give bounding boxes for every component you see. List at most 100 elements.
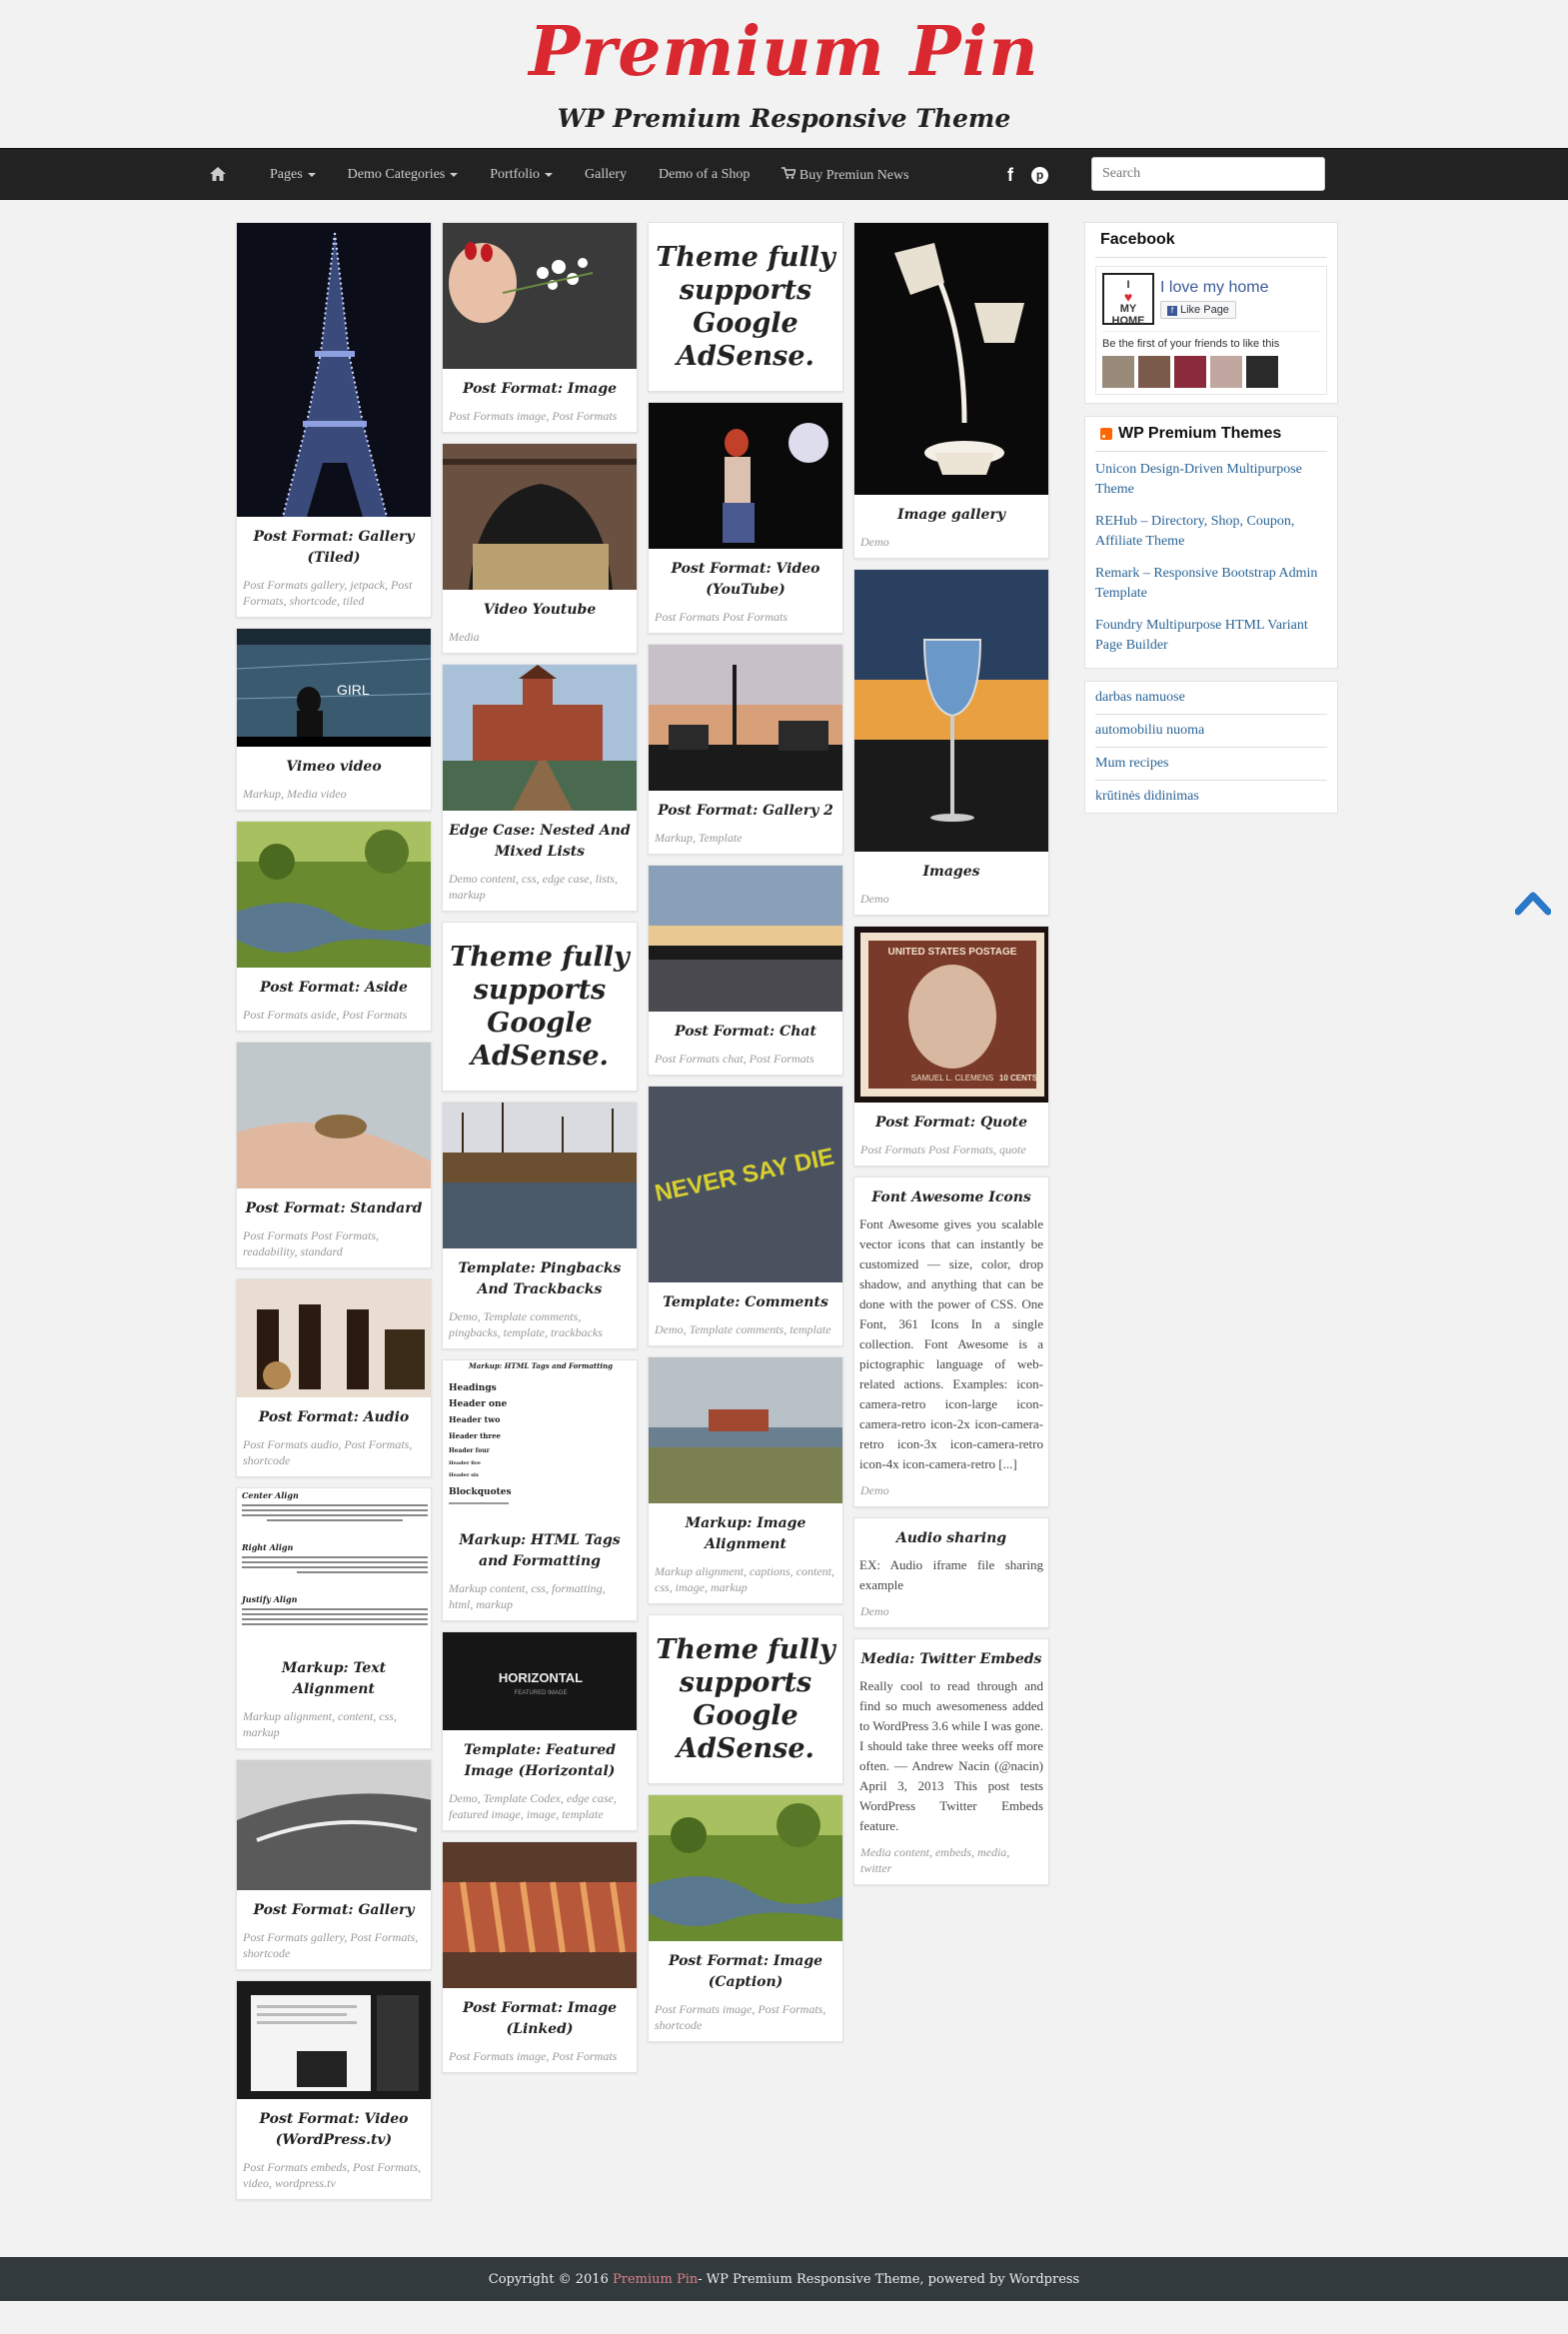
post-card[interactable]: Image gallery Demo [853,222,1049,559]
facebook-page-name[interactable]: I love my home [1160,279,1268,297]
post-card[interactable]: UNITED STATES POSTAGE SAMUEL L. CLEMENS … [853,926,1049,1167]
horizontal-featured-image[interactable]: HORIZONTAL FEATURED IMAGE [443,1632,638,1730]
post-title[interactable]: Template: Comments [649,1282,842,1319]
post-title[interactable]: Audio sharing [854,1518,1048,1555]
river-stream-image[interactable] [237,822,432,968]
feed-link[interactable]: Remark – Responsive Bootstrap Admin Temp… [1095,556,1327,608]
post-title[interactable]: Post Format: Gallery 2 [649,791,842,828]
search-input[interactable] [1091,157,1325,191]
back-to-top-icon[interactable] [1515,890,1551,916]
feed-link[interactable]: Unicon Design-Driven Multipurpose Theme [1095,452,1327,504]
avatar[interactable] [1210,356,1242,388]
avatar[interactable] [1138,356,1170,388]
post-card[interactable]: HORIZONTAL FEATURED IMAGE Template: Feat… [442,1631,638,1831]
post-title[interactable]: Post Format: Image (Linked) [443,1988,637,2046]
post-card[interactable]: Post Format: Video (WordPress.tv) Post F… [236,1980,432,2200]
wine-glass-sunset-image[interactable] [854,570,1049,852]
nav-demo-categories[interactable]: Demo Categories [348,167,459,183]
post-card[interactable]: GIRL Vimeo video Markup, Media video [236,628,432,811]
post-title[interactable]: Post Format: Image [443,369,637,406]
post-card[interactable]: Media: Twitter Embeds Really cool to rea… [853,1638,1049,1885]
sidebar-link[interactable]: Mum recipes [1095,748,1327,781]
post-card[interactable]: Post Format: Gallery Post Formats galler… [236,1759,432,1970]
post-title[interactable]: Template: Featured Image (Horizontal) [443,1730,637,1788]
post-title[interactable]: Post Format: Video (YouTube) [649,549,842,607]
post-card[interactable]: Font Awesome Icons Font Awesome gives yo… [853,1176,1049,1507]
post-title[interactable]: Markup: Text Alignment [237,1648,431,1706]
sidebar-link[interactable]: krūtinės didinimas [1095,781,1327,813]
lake-trees-image[interactable] [443,1103,638,1248]
grilled-food-image[interactable] [443,1842,638,1988]
post-card[interactable]: Post Format: Audio Post Formats audio, P… [236,1278,432,1477]
post-title[interactable]: Post Format: Gallery (Tiled) [237,517,431,575]
home-icon[interactable] [210,165,226,186]
post-title[interactable]: Images [854,852,1048,889]
sidebar-link[interactable]: darbas namuose [1095,682,1327,715]
river-caption-image[interactable] [649,1795,843,1941]
post-title[interactable]: Post Format: Aside [237,968,431,1005]
sunset-pole-image[interactable] [649,645,843,791]
vimeo-video-thumbnail[interactable]: GIRL [237,629,432,747]
feed-link[interactable]: REHub – Directory, Shop, Coupon, Affilia… [1095,504,1327,556]
post-card[interactable]: Template: Pingbacks And Trackbacks Demo,… [442,1102,638,1349]
post-title[interactable]: Image gallery [854,495,1048,532]
pinterest-icon[interactable]: p [1031,166,1048,184]
page-logo[interactable]: I ♥ MY HOME [1102,273,1154,327]
eiffel-arch-image[interactable] [443,444,638,590]
avatar[interactable] [1174,356,1206,388]
post-title[interactable]: Template: Pingbacks And Trackbacks [443,1248,637,1306]
site-title[interactable]: Premium Pin [0,12,1568,92]
nav-demo-shop[interactable]: Demo of a Shop [659,167,750,183]
nav-buy-premium[interactable]: Buy Premiun News [782,166,909,184]
post-card[interactable]: Edge Case: Nested And Mixed Lists Demo c… [442,664,638,912]
post-card[interactable]: Post Format: Video (YouTube) Post Format… [648,402,843,634]
footer-brand-link[interactable]: Premium Pin [613,2272,698,2287]
post-card[interactable]: Post Format: Image (Caption) Post Format… [648,1794,843,2042]
feed-link[interactable]: Foundry Multipurpose HTML Variant Page B… [1095,608,1327,660]
post-card[interactable]: Post Format: Gallery (Tiled) Post Format… [236,222,432,618]
post-title[interactable]: Vimeo video [237,747,431,784]
post-card[interactable]: NEVER SAY DIE Template: Comments Demo, T… [648,1086,843,1346]
postage-stamp-image[interactable]: UNITED STATES POSTAGE SAMUEL L. CLEMENS … [854,927,1049,1103]
castle-lake-image[interactable] [649,1357,843,1503]
eiffel-tower-image[interactable] [237,223,432,517]
post-card[interactable]: Post Format: Chat Post Formats chat, Pos… [648,865,843,1076]
frog-on-hand-image[interactable] [237,1043,432,1188]
milk-cups-image[interactable] [854,223,1049,495]
post-title[interactable]: Post Format: Video (WordPress.tv) [237,2099,431,2157]
post-card[interactable]: Post Format: Aside Post Formats aside, P… [236,821,432,1032]
wordpress-tv-screenshot[interactable] [237,1981,432,2099]
post-title[interactable]: Post Format: Audio [237,1397,431,1434]
post-title[interactable]: Markup: HTML Tags and Formatting [443,1520,637,1578]
like-page-button[interactable]: f Like Page [1160,301,1236,319]
post-title[interactable]: Post Format: Gallery [237,1890,431,1927]
lake-sunset-image[interactable] [649,866,843,1012]
rss-icon[interactable] [1100,428,1112,440]
post-title[interactable]: Post Format: Image (Caption) [649,1941,842,1999]
post-card[interactable]: Post Format: Standard Post Formats Post … [236,1042,432,1268]
post-title[interactable]: Post Format: Quote [854,1103,1048,1140]
post-card[interactable]: Video Youtube Media [442,443,638,654]
post-card[interactable]: Images Demo [853,569,1049,916]
youtube-video-thumbnail[interactable] [649,403,843,549]
avatar[interactable] [1246,356,1278,388]
post-title[interactable]: Markup: Image Alignment [649,1503,842,1561]
never-say-die-image[interactable]: NEVER SAY DIE [649,1087,843,1282]
post-card[interactable]: Markup: Image Alignment Markup alignment… [648,1356,843,1604]
html-tags-preview[interactable]: Markup: HTML Tags and Formatting Heading… [443,1360,638,1520]
musicians-photo-image[interactable] [237,1279,432,1397]
nav-portfolio[interactable]: Portfolio [490,167,554,183]
bw-gallery-image[interactable] [237,1760,432,1890]
post-title[interactable]: Font Awesome Icons [854,1177,1048,1214]
text-alignment-preview[interactable]: Center Align Right Align Justify Align [237,1488,432,1648]
post-title[interactable]: Media: Twitter Embeds [854,1639,1048,1676]
post-card[interactable]: Post Format: Gallery 2 Markup, Template [648,644,843,855]
castle-bridge-image[interactable] [443,665,638,811]
facebook-icon[interactable]: f [1007,165,1013,186]
post-title[interactable]: Edge Case: Nested And Mixed Lists [443,811,637,869]
nav-gallery[interactable]: Gallery [585,167,627,183]
post-card[interactable]: Post Format: Image (Linked) Post Formats… [442,1841,638,2073]
post-title[interactable]: Post Format: Standard [237,1188,431,1225]
nav-pages[interactable]: Pages [270,167,316,183]
flowers-hand-image[interactable] [443,223,638,369]
